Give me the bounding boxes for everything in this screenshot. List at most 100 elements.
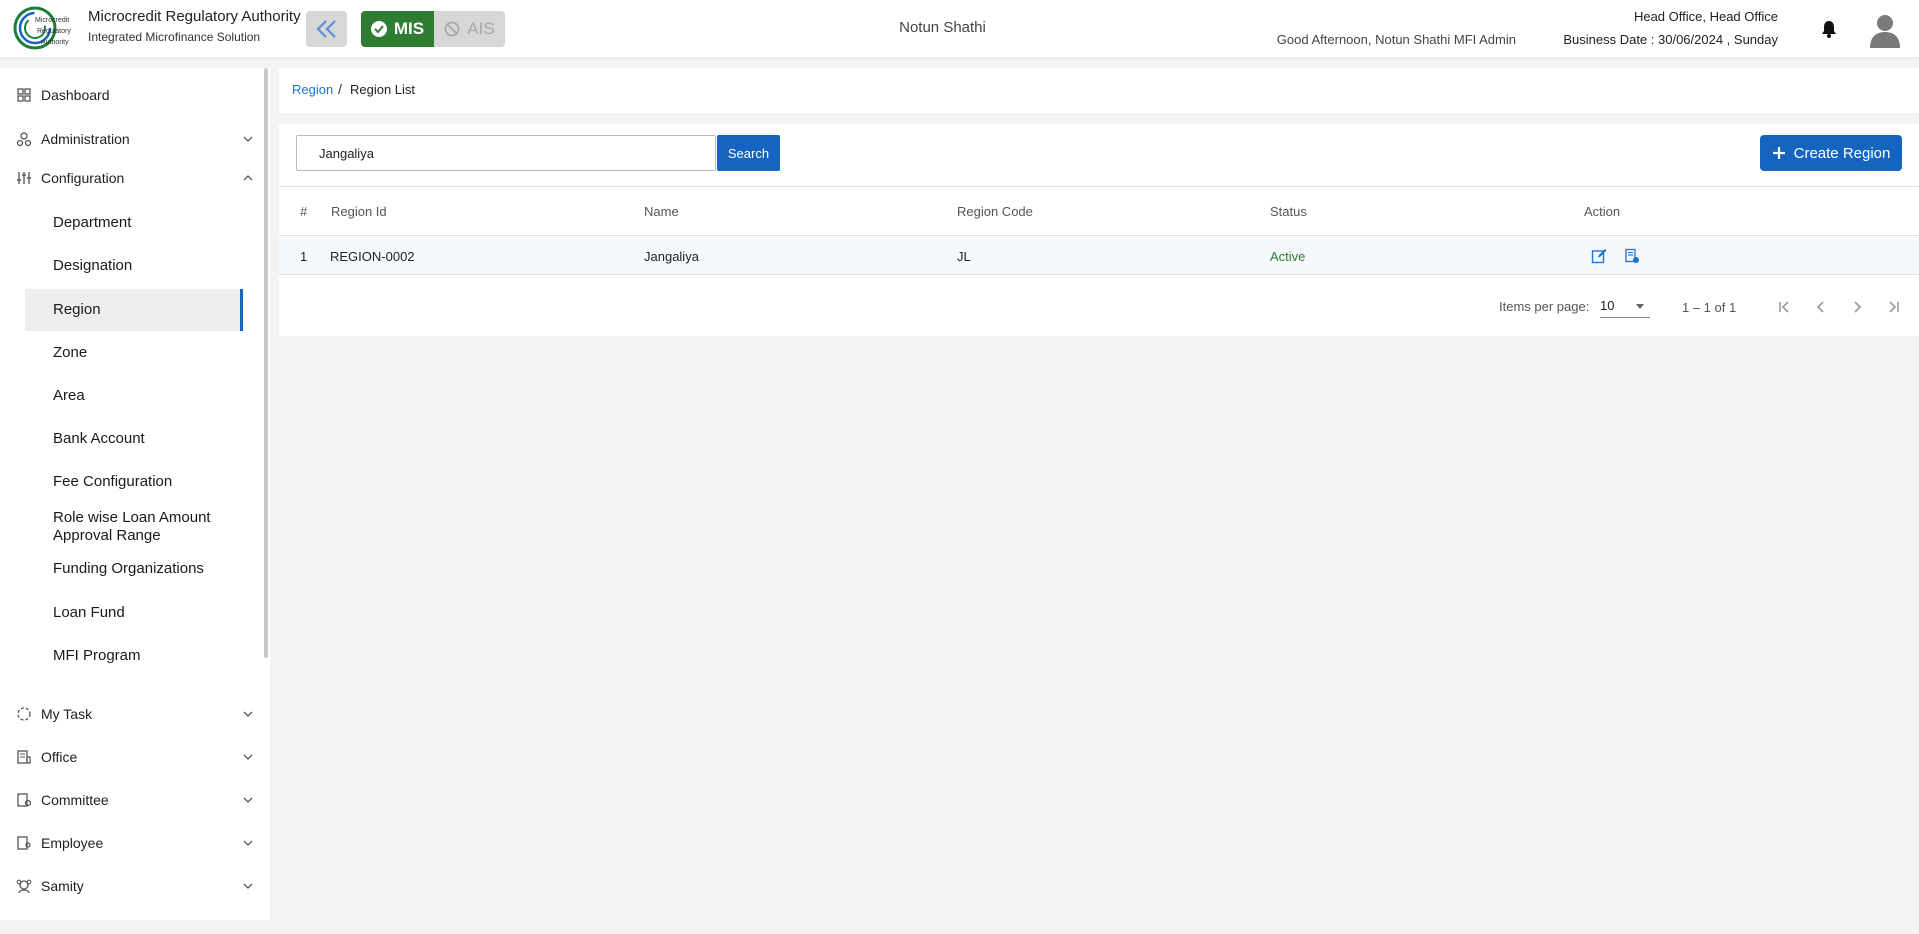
sidebar-item-employee[interactable]: Employee (0, 828, 262, 858)
sidebar-item-label: Administration (41, 131, 130, 147)
dropdown-arrow-icon (1636, 304, 1644, 309)
table-row: 1 REGION-0002 Jangaliya JL Active (279, 237, 1919, 275)
table-header: # Region Id Name Region Code Status Acti… (279, 186, 1919, 236)
plus-icon (1772, 147, 1785, 159)
cell-index: 1 (300, 249, 308, 264)
search-button[interactable]: Search (717, 135, 780, 171)
view-details-icon[interactable] (1624, 248, 1640, 264)
sidebar-item-my-task[interactable]: My Task (0, 699, 262, 729)
sidebar-sub-label: Loan Fund (53, 604, 125, 621)
sidebar-sub-mfi-program[interactable]: MFI Program (25, 635, 243, 677)
top-header: Microcredit Regulatory Authority Microcr… (0, 0, 1919, 57)
group-icon (16, 879, 32, 894)
sidebar: Dashboard Administration Configuration D… (0, 68, 270, 920)
sidebar-sub-label: Bank Account (53, 430, 145, 447)
sidebar-item-label: My Task (41, 706, 93, 722)
sidebar-sub-label: Funding Organizations (53, 560, 204, 577)
sidebar-sub-department[interactable]: Department (25, 202, 243, 244)
sidebar-sub-area[interactable]: Area (25, 375, 243, 417)
chevron-down-icon (243, 136, 253, 142)
sidebar-sub-bank-account[interactable]: Bank Account (25, 418, 243, 460)
sidebar-sub-label: MFI Program (53, 647, 141, 664)
employee-icon (17, 836, 31, 850)
search-input[interactable] (296, 135, 716, 171)
chevron-down-icon (243, 754, 253, 760)
greeting-text: Good Afternoon, Notun Shathi MFI Admin (1276, 32, 1516, 47)
col-region-id[interactable]: Region Id (331, 204, 387, 219)
paginator: Items per page: 10 1 – 1 of 1 (279, 279, 1919, 335)
sidebar-item-administration[interactable]: Administration (0, 124, 262, 154)
cell-name: Jangaliya (644, 249, 699, 264)
sidebar-sub-label: Zone (53, 344, 88, 361)
create-region-button[interactable]: Create Region (1760, 135, 1902, 171)
sidebar-sub-label: Designation (53, 257, 133, 274)
items-per-page-value: 10 (1600, 298, 1615, 313)
col-name[interactable]: Name (644, 204, 679, 219)
cell-region-id: REGION-0002 (330, 249, 415, 264)
sidebar-sub-fee-configuration[interactable]: Fee Configuration (25, 461, 243, 503)
chevron-down-icon (243, 840, 253, 846)
sidebar-item-label: Configuration (41, 170, 125, 186)
sliders-icon (17, 172, 31, 184)
items-per-page-label: Items per page: (1499, 299, 1590, 314)
sidebar-sub-region[interactable]: Region (25, 289, 243, 331)
sidebar-sub-label: Role wise Loan Amount Approval Range (53, 509, 211, 544)
breadcrumb-current: Region List (350, 82, 416, 97)
sidebar-sub-label: Area (53, 387, 85, 404)
page-range-label: 1 – 1 of 1 (1682, 300, 1737, 315)
sidebar-item-configuration[interactable]: Configuration (0, 163, 262, 193)
breadcrumb-region-link[interactable]: Region (292, 82, 333, 97)
last-page-icon (1889, 301, 1899, 313)
chevron-down-icon (243, 711, 253, 717)
business-date: Business Date : 30/06/2024 , Sunday (1563, 32, 1778, 47)
chevron-down-icon (243, 883, 253, 889)
previous-page-button[interactable] (1809, 295, 1833, 319)
office-name: Head Office, Head Office (1633, 9, 1778, 24)
col-index: # (300, 204, 308, 219)
edit-icon[interactable] (1591, 248, 1607, 264)
sidebar-item-samity[interactable]: Samity (0, 871, 262, 901)
col-status[interactable]: Status (1270, 204, 1307, 219)
sidebar-sub-label: Department (53, 214, 132, 231)
sidebar-sub-label: Fee Configuration (53, 473, 173, 490)
sidebar-sub-zone[interactable]: Zone (25, 332, 243, 374)
cell-region-code: JL (957, 249, 971, 264)
last-page-button[interactable] (1881, 295, 1905, 319)
chevron-left-icon (1816, 301, 1824, 313)
sidebar-sub-funding-organizations[interactable]: Funding Organizations (25, 548, 243, 590)
create-region-label: Create Region (1793, 144, 1891, 162)
chevron-down-icon (243, 797, 253, 803)
status-badge: Active (1270, 249, 1306, 264)
sidebar-item-label: Employee (41, 835, 104, 851)
sidebar-sub-label: Region (53, 301, 101, 318)
next-page-button[interactable] (1845, 295, 1869, 319)
sidebar-item-office[interactable]: Office (0, 742, 262, 772)
notification-bell-icon[interactable] (1819, 19, 1839, 39)
sidebar-item-label: Samity (41, 878, 84, 894)
logo-text-3: Authority (41, 39, 69, 46)
circle-dashed-icon (17, 707, 31, 721)
sidebar-sub-designation[interactable]: Designation (25, 245, 243, 287)
sidebar-item-committee[interactable]: Committee (0, 785, 262, 815)
sidebar-scrollbar[interactable] (264, 68, 268, 658)
col-region-code[interactable]: Region Code (957, 204, 1033, 219)
dashboard-grid-icon (17, 88, 31, 102)
items-per-page-select[interactable]: 10 (1600, 296, 1650, 318)
chevron-up-icon (243, 175, 253, 181)
first-page-button[interactable] (1773, 295, 1797, 319)
sidebar-item-label: Office (41, 749, 78, 765)
building-icon (17, 750, 31, 764)
breadcrumb-separator: / (338, 81, 342, 97)
sidebar-sub-loan-fund[interactable]: Loan Fund (25, 592, 243, 634)
sidebar-item-label: Dashboard (41, 87, 110, 103)
breadcrumb: Region / Region List (279, 68, 1919, 113)
committee-icon (17, 793, 32, 807)
sidebar-sub-loan-approval-range[interactable]: Role wise Loan Amount Approval Range (25, 505, 243, 547)
sidebar-item-dashboard[interactable]: Dashboard (0, 80, 262, 110)
first-page-icon (1779, 301, 1789, 313)
col-action: Action (1584, 204, 1621, 219)
sidebar-item-label: Committee (41, 792, 109, 808)
region-list-panel: Search Create Region # Region Id Name Re… (279, 124, 1919, 336)
user-avatar-icon[interactable] (1869, 12, 1901, 48)
chevron-right-icon (1854, 301, 1862, 313)
